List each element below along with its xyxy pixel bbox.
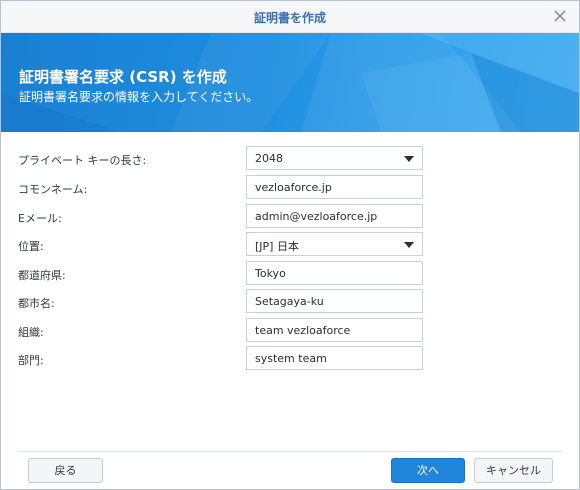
- organization-value: team vezloaforce: [255, 324, 351, 337]
- city-row: 都市名: Setagaya-ku: [1, 289, 579, 315]
- state-value: Tokyo: [255, 267, 286, 280]
- state-row: 都道府県: Tokyo: [1, 261, 579, 287]
- email-label: Eメール:: [18, 212, 62, 225]
- title-bar: 証明書を作成: [1, 1, 579, 33]
- key-length-select[interactable]: 2048: [246, 146, 423, 170]
- email-value: admin@vezloaforce.jp: [255, 210, 378, 223]
- department-label: 部門:: [18, 354, 44, 367]
- country-select[interactable]: [JP] 日本: [246, 232, 423, 256]
- banner-subtitle: 証明書署名要求の情報を入力してください。: [19, 90, 259, 104]
- organization-label: 組織:: [18, 326, 44, 339]
- chevron-down-icon: [404, 156, 414, 162]
- state-label: 都道府県:: [18, 269, 66, 282]
- country-value: [JP] 日本: [255, 240, 299, 253]
- city-label: 都市名:: [18, 297, 55, 310]
- key-length-row: プライベート キーの長さ: 2048: [1, 146, 579, 172]
- close-button[interactable]: [551, 7, 569, 25]
- footer-divider: [18, 451, 562, 452]
- banner-title: 証明書署名要求 (CSR) を作成: [19, 68, 227, 86]
- next-button[interactable]: 次へ: [391, 458, 465, 483]
- common-name-row: コモンネーム: vezloaforce.jp: [1, 175, 579, 201]
- city-value: Setagaya-ku: [255, 295, 324, 308]
- country-label: 位置:: [18, 240, 44, 253]
- country-row: 位置: [JP] 日本: [1, 232, 579, 258]
- organization-field[interactable]: team vezloaforce: [246, 318, 423, 342]
- organization-row: 組織: team vezloaforce: [1, 318, 579, 344]
- common-name-label: コモンネーム:: [18, 183, 88, 196]
- common-name-value: vezloaforce.jp: [255, 181, 332, 194]
- department-field[interactable]: system team: [246, 346, 423, 370]
- create-certificate-dialog: 証明書を作成 証明書署名要求 (CSR) を作成 証明書署名要求の情報を入力して…: [0, 0, 580, 490]
- department-value: system team: [255, 352, 327, 365]
- email-row: Eメール: admin@vezloaforce.jp: [1, 204, 579, 230]
- email-field[interactable]: admin@vezloaforce.jp: [246, 204, 423, 228]
- header-banner: 証明書署名要求 (CSR) を作成 証明書署名要求の情報を入力してください。: [1, 33, 579, 132]
- state-field[interactable]: Tokyo: [246, 261, 423, 285]
- department-row: 部門: system team: [1, 346, 579, 372]
- cancel-button[interactable]: キャンセル: [474, 458, 553, 483]
- common-name-field[interactable]: vezloaforce.jp: [246, 175, 423, 199]
- key-length-value: 2048: [255, 152, 283, 165]
- close-icon: [554, 10, 566, 22]
- chevron-down-icon: [404, 242, 414, 248]
- city-field[interactable]: Setagaya-ku: [246, 289, 423, 313]
- back-button[interactable]: 戻る: [28, 458, 103, 483]
- window-title: 証明書を作成: [253, 11, 326, 25]
- key-length-label: プライベート キーの長さ:: [18, 154, 147, 167]
